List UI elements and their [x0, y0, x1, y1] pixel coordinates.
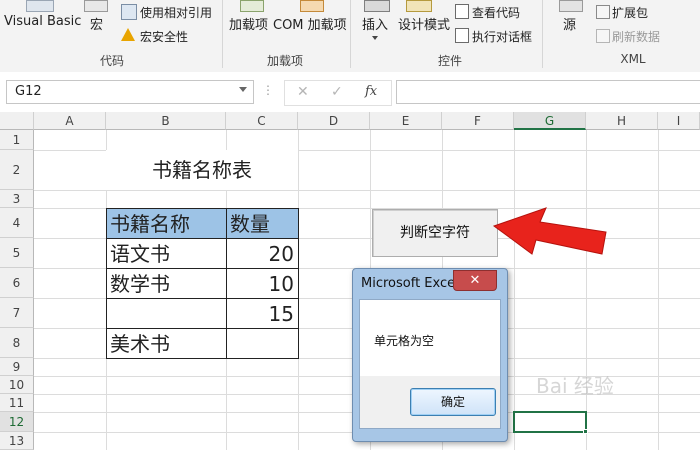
expansion-pack-icon [596, 5, 610, 19]
insert-button[interactable]: 插入 [362, 14, 388, 33]
insert-controls-icon [364, 0, 390, 12]
refresh-data-icon [596, 29, 610, 43]
run-dialog-button[interactable]: 执行对话框 [472, 28, 532, 45]
dialog-message: 单元格为空 [374, 334, 435, 348]
fill-handle[interactable] [583, 429, 588, 434]
row-header-2[interactable]: 2 [0, 150, 34, 190]
gridline [514, 130, 515, 450]
selected-cell-g12[interactable] [513, 411, 587, 433]
expansion-pack-button[interactable]: 扩展包 [612, 4, 648, 21]
dialog-title: Microsoft Excel [361, 276, 459, 291]
column-header-h[interactable]: H [586, 112, 658, 130]
row-header-12[interactable]: 12 [0, 412, 34, 432]
cancel-icon[interactable]: ✕ [297, 84, 309, 100]
group-label-controls: 控件 [437, 54, 462, 68]
select-all-corner[interactable] [0, 112, 34, 130]
row-header-4[interactable]: 4 [0, 208, 34, 238]
close-icon[interactable]: ✕ [453, 270, 497, 291]
source-button[interactable]: 源 [563, 14, 576, 33]
enter-icon[interactable]: ✓ [331, 84, 343, 100]
group-label-addins: 加载项 [266, 54, 303, 68]
visual-basic-button[interactable]: Visual Basic [4, 14, 81, 29]
run-dialog-icon [455, 28, 469, 43]
column-header-e[interactable]: E [370, 112, 442, 130]
row-header-9[interactable]: 9 [0, 358, 34, 376]
chevron-down-icon[interactable] [239, 87, 247, 92]
macro-security-button[interactable]: 宏安全性 [140, 28, 188, 45]
column-header-b[interactable]: B [106, 112, 226, 130]
table-cell-name[interactable]: 数学书 [106, 268, 227, 299]
addins-icon [240, 0, 264, 12]
column-header-g[interactable]: G [514, 112, 586, 130]
dialog-button-area: 确定 [360, 376, 500, 428]
name-box[interactable]: G12 [6, 80, 254, 104]
formula-bar: G12 ⋮ ✕ ✓ fx [0, 72, 700, 113]
macro-button[interactable]: 宏 [90, 14, 103, 33]
column-header-a[interactable]: A [34, 112, 106, 130]
view-code-button[interactable]: 查看代码 [472, 4, 520, 21]
row-header-3[interactable]: 3 [0, 190, 34, 208]
row-header-11[interactable]: 11 [0, 394, 34, 412]
macro-icon [84, 0, 108, 12]
table-cell-quantity[interactable]: 15 [226, 298, 299, 329]
visual-basic-icon [26, 0, 54, 12]
group-label-code: 代码 [99, 54, 124, 68]
com-addins-icon [300, 0, 324, 12]
column-header-i[interactable]: I [658, 112, 700, 130]
message-dialog: Microsoft Excel ✕ 单元格为空 确定 [352, 268, 508, 442]
table-cell-quantity[interactable] [226, 328, 299, 359]
row-header-1[interactable]: 1 [0, 130, 34, 150]
design-mode-icon [406, 0, 432, 12]
design-mode-button[interactable]: 设计模式 [398, 14, 450, 33]
ribbon-divider [542, 0, 543, 68]
row-header-7[interactable]: 7 [0, 298, 34, 328]
row-header-6[interactable]: 6 [0, 268, 34, 298]
sheet-title[interactable]: 书籍名称表 [106, 150, 298, 190]
gridline [34, 190, 700, 191]
column-header-c[interactable]: C [226, 112, 298, 130]
refresh-data-button[interactable]: 刷新数据 [612, 28, 660, 45]
table-cell-quantity[interactable]: 10 [226, 268, 299, 299]
table-header-name[interactable]: 书籍名称 [106, 208, 227, 239]
dialog-body: 单元格为空 确定 [359, 299, 501, 429]
table-cell-quantity[interactable]: 20 [226, 238, 299, 269]
table-cell-name[interactable] [106, 298, 227, 329]
name-box-value: G12 [15, 84, 42, 99]
gridline [658, 130, 659, 450]
group-label-xml: XML [620, 52, 646, 66]
relative-ref-button[interactable]: 使用相对引用 [140, 4, 212, 21]
row-header-10[interactable]: 10 [0, 376, 34, 394]
column-header-d[interactable]: D [298, 112, 370, 130]
ribbon-divider [350, 0, 351, 68]
more-options-icon[interactable]: ⋮ [262, 83, 274, 97]
column-header-f[interactable]: F [442, 112, 514, 130]
row-header-8[interactable]: 8 [0, 328, 34, 358]
source-icon [559, 0, 583, 12]
relative-ref-icon [121, 4, 137, 20]
warning-icon [121, 28, 135, 41]
chevron-down-icon [372, 36, 378, 40]
check-empty-button[interactable]: 判断空字符 [372, 209, 498, 257]
table-cell-name[interactable]: 美术书 [106, 328, 227, 359]
watermark: Bai 经验 [536, 374, 614, 398]
table-header-quantity[interactable]: 数量 [226, 208, 299, 239]
gridline [586, 130, 587, 450]
view-code-icon [455, 4, 469, 19]
table-cell-name[interactable]: 语文书 [106, 238, 227, 269]
red-arrow-icon [492, 207, 607, 255]
com-addins-button[interactable]: COM 加载项 [273, 14, 347, 33]
ok-button[interactable]: 确定 [410, 388, 496, 416]
formula-input[interactable] [396, 80, 700, 104]
insert-function-icon[interactable]: fx [365, 84, 377, 99]
formula-controls: ✕ ✓ fx [284, 80, 392, 106]
row-header-5[interactable]: 5 [0, 238, 34, 268]
addins-button[interactable]: 加载项 [229, 14, 268, 33]
ribbon-divider [222, 0, 223, 68]
row-header-13[interactable]: 13 [0, 432, 34, 450]
ribbon: Visual Basic 宏 使用相对引用 宏安全性 代码 加载项 COM 加载… [0, 0, 700, 73]
